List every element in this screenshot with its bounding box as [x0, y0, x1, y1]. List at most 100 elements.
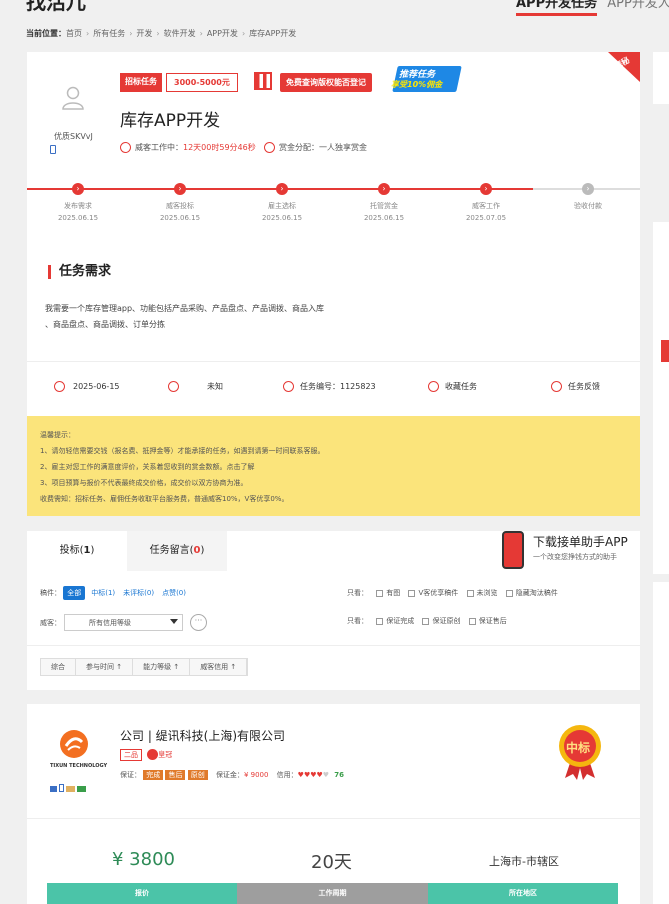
step-dot-1: ›	[72, 183, 84, 195]
task-no-label: 任务编号：	[300, 382, 340, 391]
check-icon	[120, 142, 131, 153]
checkbox-hide-eliminated[interactable]	[505, 589, 513, 597]
company-logo-text: TIXUN TECHNOLOGY	[50, 763, 108, 769]
crown-icon	[147, 749, 159, 760]
sort-comprehensive[interactable]: 综合	[41, 659, 76, 675]
notice-fee: 收费需知：招标任务、雇佣任务收取平台服务费，普通威客10%，V客优享0%。	[40, 495, 289, 503]
guarantee-original: 原创	[187, 770, 208, 780]
corner-ribbon: 探秘	[600, 52, 640, 82]
tab-app-tasks[interactable]: APP开发任务	[516, 0, 598, 16]
step-dot-4: ›	[378, 183, 390, 195]
location-icon	[168, 381, 179, 392]
filter-all[interactable]: 全部	[63, 586, 86, 600]
step-dot-6: ›	[582, 183, 594, 195]
company-logo[interactable]	[60, 730, 88, 758]
opt-has-image: 有图	[386, 589, 401, 597]
clock-icon	[54, 381, 65, 392]
mode-tag: 招标任务	[120, 73, 162, 92]
tab-bids[interactable]: 投标(1)	[27, 531, 127, 571]
task-feedback-button[interactable]: 任务反馈	[551, 381, 600, 392]
notice-line-3: 3、项目预算与报价不代表最终成交价格，成交价以双方协商为准。	[40, 479, 248, 487]
filter-won[interactable]: 中标(1)	[91, 589, 115, 597]
bid-card	[27, 704, 640, 904]
sort-bar: 综合 参与时间 ↑ 能力等级 ↑ 威客信用 ↑	[40, 658, 249, 676]
price-label-bar: 报价	[47, 883, 237, 904]
bid-area: 上海市-市辖区	[489, 855, 559, 868]
days-label-bar: 工作周期	[237, 883, 428, 904]
notice-line-1: 1、请勿轻信需要交钱（报名费、抵押金等）才能承接的任务，如遇到请第一时间联系客服…	[40, 447, 325, 455]
deposit-label: 保证金：	[215, 771, 244, 779]
yen-icon	[264, 142, 275, 153]
notice-box: 温馨提示： 1、请勿轻信需要交钱（报名费、抵押金等）才能承接的任务，如遇到请第一…	[27, 416, 640, 516]
guarantee-aftersale: 售后	[165, 770, 186, 780]
opt-v-draft: V客优享稿件	[418, 589, 459, 597]
check-copyright-button[interactable]: 免费查询版权能否登记	[280, 73, 372, 92]
opt-hide-eliminated: 隐藏淘汰稿件	[515, 589, 558, 597]
breadcrumb-all-tasks[interactable]: 所有任务	[93, 29, 125, 38]
bank-verified-icon	[77, 786, 86, 792]
step-date-2: 2025.06.15	[159, 214, 201, 222]
qrcode-icon[interactable]	[254, 72, 272, 90]
draft-label: 稿件：	[40, 589, 61, 597]
bidder-company-name[interactable]: 公司 | 缇讯科技(上海)有限公司	[120, 727, 285, 744]
checkbox-v-draft[interactable]	[408, 589, 416, 597]
step-label-2: 威客投标	[166, 202, 194, 210]
more-options-icon[interactable]: ···	[190, 614, 207, 631]
step-date-3: 2025.06.15	[261, 214, 303, 222]
requirement-description: 我需要一个库存管理app、功能包括产品采购、产品盘点、产品调拨、商品入库 、商品…	[45, 301, 385, 333]
tab-app-talent[interactable]: APP开发人才	[607, 0, 669, 11]
task-status: 威客工作中：12天00时59分46秒	[120, 142, 256, 153]
tab-messages[interactable]: 任务留言(0)	[127, 531, 227, 571]
info-divider	[27, 361, 640, 362]
breadcrumb-home[interactable]: 首页	[66, 29, 82, 38]
app-phone-icon[interactable]	[502, 531, 524, 569]
hash-icon	[283, 381, 294, 392]
step-date-1: 2025.06.15	[57, 214, 99, 222]
reward-label: 赏金分配：	[279, 143, 319, 152]
step-label-4: 托管赏金	[370, 202, 398, 210]
checkbox-guarantee-aftersale[interactable]	[468, 617, 476, 625]
breadcrumb-dev[interactable]: 开发	[136, 29, 152, 38]
verification-icons	[50, 784, 86, 795]
sort-time[interactable]: 参与时间 ↑	[76, 659, 134, 675]
bid-price: ¥ 3800	[112, 849, 175, 870]
credit-level-select[interactable]: 所有信用等级	[64, 614, 183, 631]
notice-line-2[interactable]: 2、雇主对您工作的满意度评价，关系着您收到的赏金数额。点击了解	[40, 459, 627, 475]
view-label-2: 只看：	[347, 617, 368, 625]
bid-divider	[27, 818, 640, 819]
area-label-bar: 所在地区	[428, 883, 618, 904]
checkbox-guarantee-original[interactable]	[422, 617, 430, 625]
task-title: 库存APP开发	[120, 111, 221, 131]
checkbox-unviewed[interactable]	[466, 589, 474, 597]
promo-banner[interactable]: 推荐任务 享受10%佣金	[385, 66, 463, 92]
step-label-6: 验收付款	[574, 202, 602, 210]
tab-bids-close: )	[90, 545, 95, 556]
breadcrumb-software[interactable]: 软件开发	[164, 29, 196, 38]
checkbox-has-image[interactable]	[376, 589, 384, 597]
filter-unrated[interactable]: 未评标(0)	[123, 589, 154, 597]
user-icon	[62, 86, 84, 110]
app-download-title[interactable]: 下载接单助手APP	[533, 533, 628, 550]
opt-guarantee-complete: 保证完成	[386, 617, 415, 625]
checkbox-guarantee-complete[interactable]	[376, 617, 384, 625]
step-label-5: 威客工作	[472, 202, 500, 210]
step-dot-3: ›	[276, 183, 288, 195]
location-value: 未知	[207, 382, 223, 391]
breadcrumb-app[interactable]: APP开发	[207, 29, 238, 38]
page-title: 找活儿	[26, 0, 86, 14]
sort-credit[interactable]: 威客信用 ↑	[190, 659, 248, 675]
breadcrumb: 当前位置：首页 › 所有任务 › 开发 › 软件开发 › APP开发 › 库存APP开发	[26, 29, 297, 38]
publish-date: 2025-06-15	[54, 381, 120, 392]
filter-liked[interactable]: 点赞(0)	[162, 589, 186, 597]
tab-messages-close: )	[200, 545, 205, 556]
logo-swirl	[64, 737, 84, 751]
task-location: 未知	[168, 381, 223, 392]
view-filter-1: 只看： 有图 V客优享稿件 未浏览 隐藏淘汰稿件	[347, 588, 558, 598]
favorite-task-button[interactable]: 收藏任务	[428, 381, 477, 392]
chevron-down-icon	[170, 619, 178, 624]
app-download-subtitle: 一个改变您挣钱方式的助手	[533, 553, 617, 561]
sort-ability[interactable]: 能力等级 ↑	[133, 659, 191, 675]
requirement-heading: 任务需求	[48, 265, 111, 279]
employer-name[interactable]: 优质SKVvJ	[54, 131, 93, 142]
winning-bid-medal: 中标	[557, 724, 603, 780]
